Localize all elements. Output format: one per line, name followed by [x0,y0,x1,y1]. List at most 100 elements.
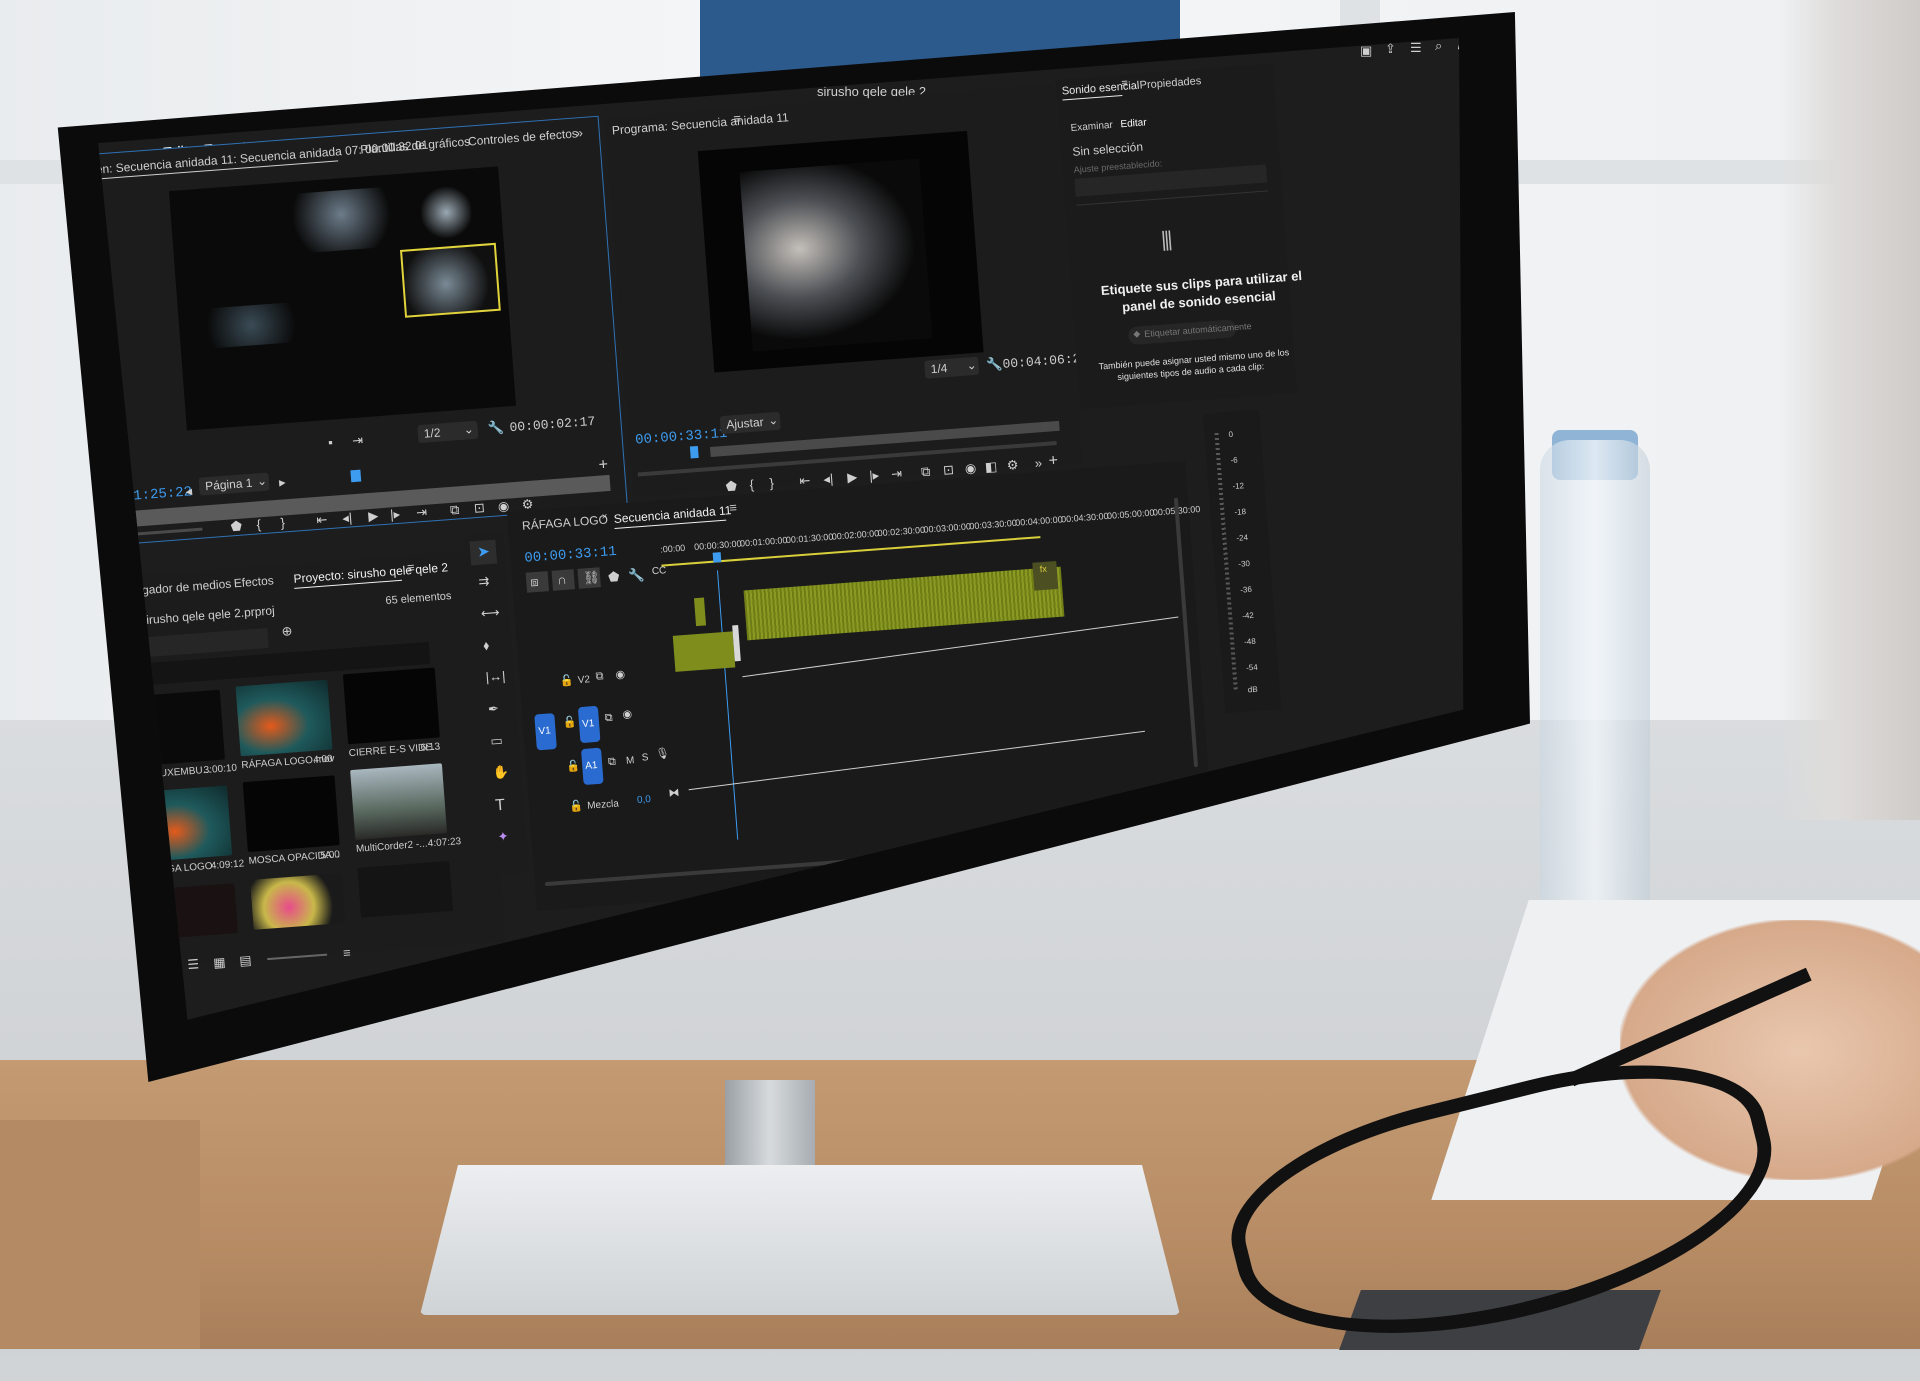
pen-icon[interactable]: ✒ [487,701,499,717]
razor-icon[interactable]: ⬧ [483,637,490,652]
lock-icon[interactable]: 🔓 [563,716,578,729]
tab-graphics-templates[interactable]: Plantillas de gráficos [360,134,471,156]
mark-in-icon[interactable]: { [749,477,754,492]
go-to-in-icon[interactable]: ⇤ [316,512,328,528]
marker-icon[interactable]: ⬟ [230,518,242,534]
panel-menu-icon[interactable]: ≡ [407,560,416,576]
mute-button[interactable]: M [626,755,635,767]
sync-lock-icon[interactable]: ⧉ [608,756,617,769]
linked-selection-toggle[interactable]: ⛓ [577,567,601,589]
auto-tag-button[interactable]: Etiquetar automáticamente ◆ [1127,319,1252,346]
lock-icon[interactable]: 🔓 [566,760,581,773]
eye-icon[interactable]: ◉ [615,669,625,682]
lock-icon[interactable]: 🔓 [569,800,584,813]
wrench-icon[interactable]: 🔧 [628,567,645,583]
step-back-icon[interactable]: ◂| [342,510,353,526]
nest-toggle[interactable]: ⧈ [525,571,550,593]
more-panels-icon[interactable]: » [575,125,583,141]
track-select-icon[interactable]: ⇉ [478,573,490,589]
freeform-view-icon[interactable]: ▤ [239,952,252,968]
page-select[interactable]: Página 1 ⌄ [198,472,270,496]
zoom-select[interactable]: 1/2 ⌄ [417,420,479,444]
wrench-icon[interactable]: 🔧 [986,356,1003,372]
timeline-vertical-scrollbar[interactable] [1173,497,1199,768]
media-thumbnail[interactable] [357,860,453,918]
program-playhead[interactable] [689,445,699,459]
zoom-slider[interactable] [267,953,328,961]
add-button-icon[interactable]: + [1048,452,1059,470]
compare-icon[interactable]: ◧ [984,459,997,475]
marker-icon[interactable]: ⬟ [725,478,737,494]
tab-effects[interactable]: Efectos [233,573,274,590]
video-clip-v2[interactable] [693,597,707,627]
sort-icon[interactable]: ≡ [342,945,351,961]
selection-tool[interactable]: ➤ [469,539,498,566]
mix-value[interactable]: 0,0 [637,794,652,806]
go-to-out-icon[interactable]: ⇥ [891,466,903,482]
go-to-out-icon[interactable]: ⇥ [416,504,428,520]
media-thumbnail[interactable] [342,667,440,745]
rectangle-icon[interactable]: ▭ [490,733,503,749]
clip-edit-point[interactable] [732,624,741,662]
insert-icon[interactable]: ⇥ [352,432,364,448]
lock-icon[interactable]: 🔓 [559,675,574,688]
menu-icon[interactable]: ☰ [1410,41,1422,54]
step-back-icon[interactable]: ◂| [823,471,834,487]
eye-icon[interactable]: ◉ [622,708,632,721]
source-patch-v1[interactable]: V1 [534,713,557,751]
share-icon[interactable]: ⇪ [1385,42,1396,55]
tab-effect-controls[interactable]: Controles de efectos [468,126,579,148]
mix-volume-line[interactable] [688,730,1145,791]
media-thumbnail[interactable] [235,679,333,757]
new-bin-icon[interactable]: ⊕ [281,623,293,639]
insert-clip-icon[interactable]: ⧉ [449,502,459,518]
tab-edit[interactable]: Editar [1120,117,1147,130]
extract-icon[interactable]: ⊡ [942,462,954,478]
panel-menu-icon[interactable]: ≡ [733,111,742,127]
lift-icon[interactable]: ⧉ [921,464,931,480]
panel-menu-icon[interactable]: ≡ [729,500,738,516]
ripple-edit-icon[interactable]: ⟷ [480,605,500,621]
media-thumbnail[interactable] [350,763,448,840]
mark-out-icon[interactable]: } [769,475,774,490]
camera-icon[interactable]: ◉ [964,460,976,476]
time-ruler[interactable]: :00:00 00:00:30:00 00:01:00:00 00:01:30:… [660,504,1201,575]
tab-rafaga-logo[interactable]: RÁFAGA LOGO [522,512,609,532]
step-forward-icon[interactable]: |▸ [390,506,401,522]
media-thumbnail[interactable] [242,775,340,853]
sync-lock-icon[interactable]: ⧉ [595,670,604,683]
play-icon[interactable]: ▶ [847,469,858,485]
solo-button[interactable]: S [641,752,648,763]
tab-browse[interactable]: Examinar [1070,120,1113,134]
snap-toggle[interactable]: ∩ [551,569,575,591]
camera-icon[interactable]: ◉ [497,498,509,514]
settings-icon[interactable]: ⚙ [521,496,534,512]
go-to-in-icon[interactable]: ⇤ [799,473,811,489]
icon-view-icon[interactable]: ▦ [213,954,226,970]
close-icon[interactable]: × [601,511,608,522]
marker-icon[interactable]: ⬟ [608,569,620,585]
mark-out-icon[interactable]: } [280,515,285,530]
type-tool-icon[interactable]: T [495,797,506,815]
program-timecode[interactable]: 00:00:33:11 [635,426,728,449]
media-thumbnail[interactable] [250,873,346,930]
panel-menu-icon[interactable]: ≡ [1121,78,1128,90]
overwrite-icon[interactable]: ⊡ [473,500,485,516]
timeline-timecode[interactable]: 00:00:33:11 [524,544,617,567]
mark-in-icon[interactable]: { [256,517,261,532]
list-view-icon[interactable]: ☰ [187,956,200,972]
wrench-icon[interactable]: 🔧 [487,420,504,436]
hand-icon[interactable]: ✋ [492,764,509,780]
program-zoom-select[interactable]: 1/4 ⌄ [924,356,980,379]
search-icon[interactable]: ⌕ [1435,39,1442,52]
video-clip-v1[interactable] [672,631,736,672]
slip-icon[interactable]: |↔| [485,668,506,684]
tab-properties[interactable]: Propiedades [1139,75,1202,92]
track-target-v1[interactable]: V1 [577,705,601,744]
next-page-icon[interactable]: ▸ [279,474,287,489]
marker-out-icon[interactable]: ▪ [328,435,334,450]
step-forward-icon[interactable]: |▸ [869,467,880,483]
clip-fx-badge[interactable]: fx [1032,560,1059,591]
add-button-icon[interactable]: + [598,456,609,474]
picture-in-picture-frame[interactable] [399,242,501,318]
